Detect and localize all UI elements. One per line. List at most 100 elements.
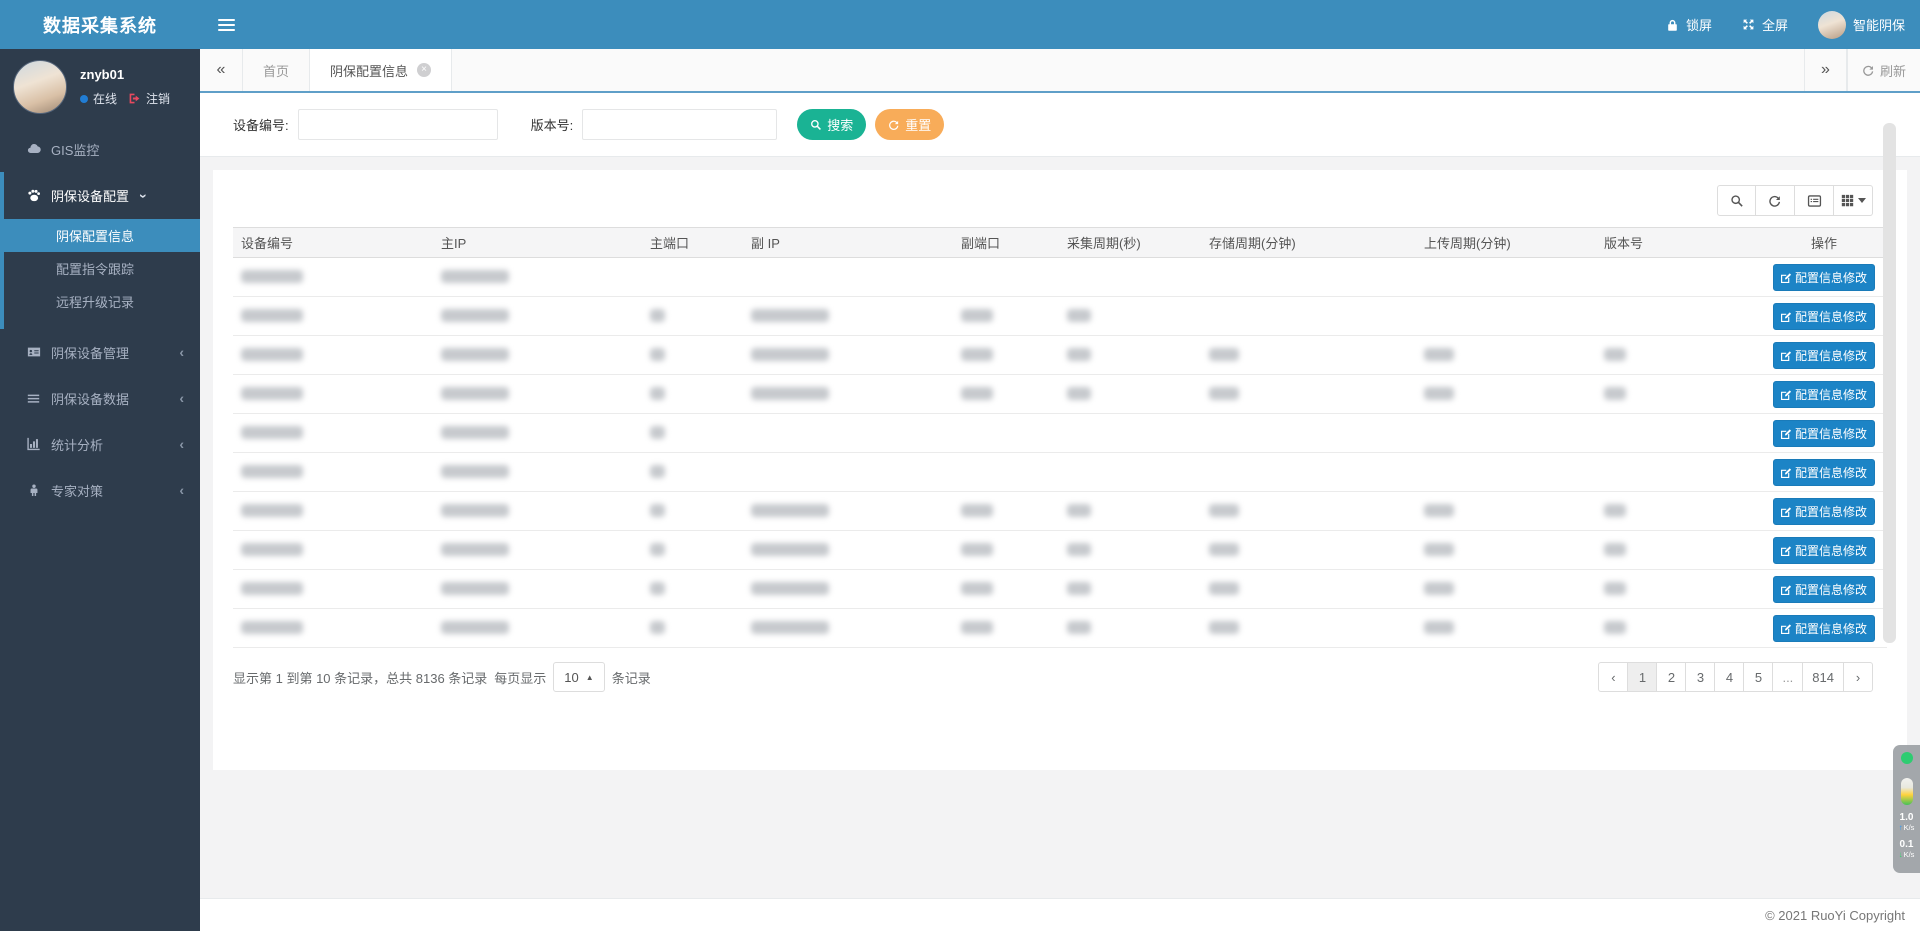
page-button-2[interactable]: 2 <box>1656 662 1686 692</box>
online-status-label: 在线 <box>93 90 117 107</box>
col-header-version: 版本号 <box>1596 228 1761 258</box>
redacted-cell-data <box>441 465 509 478</box>
edit-icon <box>1781 272 1792 283</box>
redacted-cell-data <box>1604 621 1626 634</box>
redacted-cell-data <box>650 309 665 322</box>
config-edit-button[interactable]: 配置信息修改 <box>1773 498 1875 525</box>
close-icon[interactable]: × <box>417 63 431 77</box>
fullscreen-button[interactable]: 全屏 <box>1727 0 1803 49</box>
avatar <box>1818 11 1846 39</box>
config-edit-button[interactable]: 配置信息修改 <box>1773 459 1875 486</box>
redacted-cell-data <box>961 387 993 400</box>
next-page-button[interactable]: › <box>1843 662 1873 692</box>
redacted-cell-data <box>1424 504 1454 517</box>
table-row: 配置信息修改 <box>233 492 1887 531</box>
redacted-cell-data <box>241 309 303 322</box>
redacted-cell-data <box>1067 504 1091 517</box>
logout-link[interactable]: 注销 <box>146 90 170 107</box>
config-edit-button[interactable]: 配置信息修改 <box>1773 576 1875 603</box>
scroll-tabs-right-button[interactable]: » <box>1804 49 1847 91</box>
redacted-cell-data <box>441 387 509 400</box>
list-icon <box>25 392 42 405</box>
edit-icon <box>1781 467 1792 478</box>
page-size-select[interactable]: 10 ▲ <box>553 662 604 692</box>
lock-icon <box>1666 18 1679 32</box>
sidebar-item-gis-monitor[interactable]: GIS监控 <box>0 126 200 172</box>
content-area: 设备编号: 版本号: 搜索 重置 <box>200 93 1920 898</box>
redacted-cell-data <box>1424 543 1454 556</box>
sidebar-item-expert[interactable]: 专家对策 ‹ <box>0 467 200 513</box>
redacted-cell-data <box>241 582 303 595</box>
menu-toggle-icon[interactable] <box>200 0 252 49</box>
sidebar-item-statistics[interactable]: 统计分析 ‹ <box>0 421 200 467</box>
page-button-3[interactable]: 3 <box>1685 662 1715 692</box>
config-edit-button[interactable]: 配置信息修改 <box>1773 420 1875 447</box>
config-edit-button[interactable]: 配置信息修改 <box>1773 303 1875 330</box>
redacted-cell-data <box>241 465 303 478</box>
table-row: 配置信息修改 <box>233 336 1887 375</box>
caret-up-icon: ▲ <box>586 673 594 682</box>
scroll-tabs-left-button[interactable]: « <box>200 49 243 91</box>
prev-page-button[interactable]: ‹ <box>1598 662 1628 692</box>
page-button-814[interactable]: 814 <box>1802 662 1844 692</box>
list-alt-icon <box>1807 194 1822 208</box>
redacted-cell-data <box>441 543 509 556</box>
redacted-cell-data <box>650 387 665 400</box>
redacted-cell-data <box>241 387 303 400</box>
chevron-left-icon: ‹ <box>179 482 184 498</box>
redacted-cell-data <box>961 309 993 322</box>
config-edit-button[interactable]: 配置信息修改 <box>1773 381 1875 408</box>
table-row: 配置信息修改 <box>233 531 1887 570</box>
sidebar-item-device-config[interactable]: 阴保设备配置 ‹ <box>4 172 200 219</box>
search-button[interactable]: 搜索 <box>797 109 866 140</box>
user-menu[interactable]: 智能阴保 <box>1803 0 1920 49</box>
toolbar-columns-button[interactable] <box>1834 185 1873 216</box>
reset-button[interactable]: 重置 <box>875 109 944 140</box>
sidebar-item-device-data[interactable]: 阴保设备数据 ‹ <box>0 375 200 421</box>
redacted-cell-data <box>1209 348 1239 361</box>
edit-icon <box>1781 350 1792 361</box>
table-header-row: 设备编号 主IP 主端口 副 IP 副端口 采集周期(秒) 存储周期(分钟) 上… <box>233 228 1887 258</box>
toolbar-toggle-view-button[interactable] <box>1795 185 1834 216</box>
per-page-label: 每页显示 <box>494 668 546 687</box>
refresh-tab-button[interactable]: 刷新 <box>1847 49 1920 91</box>
tab-home[interactable]: 首页 <box>243 49 309 91</box>
sidebar-item-device-manage[interactable]: 阴保设备管理 ‹ <box>0 329 200 375</box>
user-avatar[interactable] <box>13 60 67 114</box>
device-no-input[interactable] <box>298 109 498 140</box>
redacted-cell-data <box>751 387 829 400</box>
page-button-1[interactable]: 1 <box>1627 662 1657 692</box>
redacted-cell-data <box>241 504 303 517</box>
config-edit-button[interactable]: 配置信息修改 <box>1773 615 1875 642</box>
toolbar-search-button[interactable] <box>1717 185 1756 216</box>
id-card-icon <box>25 345 42 359</box>
config-edit-button[interactable]: 配置信息修改 <box>1773 342 1875 369</box>
version-input[interactable] <box>582 109 777 140</box>
page-button-4[interactable]: 4 <box>1714 662 1744 692</box>
edit-icon <box>1781 545 1792 556</box>
page-button-5[interactable]: 5 <box>1743 662 1773 692</box>
tab-config-info[interactable]: 阴保配置信息 × <box>309 49 452 91</box>
sidebar-subitem-command-trace[interactable]: 配置指令跟踪 <box>4 252 200 285</box>
chevron-left-icon: ‹ <box>179 344 184 360</box>
redacted-cell-data <box>961 621 993 634</box>
config-edit-button[interactable]: 配置信息修改 <box>1773 264 1875 291</box>
sidebar: 数据采集系统 znyb01 在线 注销 GIS监控 <box>0 0 200 931</box>
sidebar-subitem-remote-upgrade[interactable]: 远程升级记录 <box>4 285 200 318</box>
net-speed-widget[interactable]: 1.0 ↑ K/s 0.1 ↓ K/s <box>1893 745 1920 873</box>
search-panel: 设备编号: 版本号: 搜索 重置 <box>200 93 1920 157</box>
cloud-icon <box>25 142 42 156</box>
tab-label: 首页 <box>263 61 289 80</box>
sidebar-subitem-config-info[interactable]: 阴保配置信息 <box>4 219 200 252</box>
config-edit-button[interactable]: 配置信息修改 <box>1773 537 1875 564</box>
app-logo: 数据采集系统 <box>0 0 200 49</box>
chevron-down-icon: ‹ <box>133 193 149 198</box>
lock-screen-button[interactable]: 锁屏 <box>1651 0 1727 49</box>
chevron-left-icon: ‹ <box>179 436 184 452</box>
toolbar-refresh-button[interactable] <box>1756 185 1795 216</box>
edit-icon <box>1781 311 1792 322</box>
redacted-cell-data <box>441 426 509 439</box>
sidebar-item-label: 统计分析 <box>51 435 103 454</box>
pagination-bar: 显示第 1 到第 10 条记录，总共 8136 条记录 每页显示 10 ▲ 条记… <box>233 662 1887 692</box>
table-scrollbar[interactable] <box>1883 123 1896 643</box>
